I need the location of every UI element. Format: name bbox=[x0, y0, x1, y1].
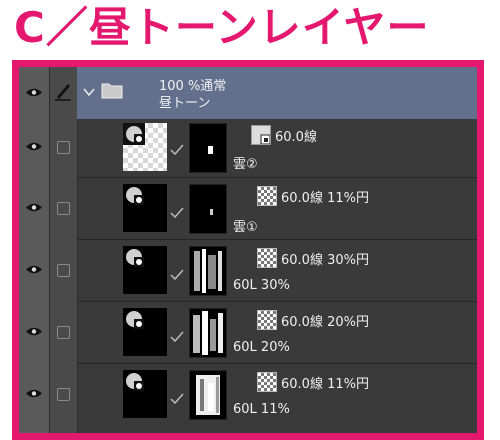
tone-setting-label: 60.0線 11%円 bbox=[281, 377, 369, 392]
layer-thumbnail bbox=[123, 246, 167, 294]
tone-preview-icon bbox=[257, 372, 277, 392]
layer-name: 雲① bbox=[233, 220, 258, 235]
lock-checkbox[interactable] bbox=[57, 202, 70, 215]
tone-layer-icon bbox=[126, 187, 144, 205]
lock-checkbox[interactable] bbox=[57, 326, 70, 339]
page-title: C／昼トーンレイヤー bbox=[14, 3, 430, 52]
layer-mask-thumbnail bbox=[189, 246, 227, 296]
layer-row[interactable]: 60.0線 30%円 60L 30% bbox=[19, 240, 477, 301]
lock-checkbox[interactable] bbox=[57, 264, 70, 277]
eye-icon[interactable] bbox=[25, 202, 43, 213]
eye-icon[interactable] bbox=[25, 87, 43, 98]
layer-thumbnail bbox=[123, 370, 167, 418]
layer-thumbnail bbox=[123, 308, 167, 356]
pen-icon[interactable] bbox=[54, 81, 72, 101]
layer-name: 雲② bbox=[233, 157, 258, 172]
tone-preview-icon bbox=[251, 125, 271, 145]
folder-row-highlight bbox=[77, 67, 477, 119]
tone-setting-label: 60.0線 30%円 bbox=[281, 253, 369, 268]
eye-icon[interactable] bbox=[25, 264, 43, 275]
link-icon bbox=[170, 393, 184, 405]
eye-icon[interactable] bbox=[25, 141, 43, 152]
layer-row[interactable]: 60.0線 11%円 雲① bbox=[19, 178, 477, 239]
layer-thumbnail bbox=[123, 123, 167, 171]
tone-preview-icon bbox=[257, 310, 277, 330]
layer-name: 60L 20% bbox=[233, 340, 290, 355]
link-icon bbox=[170, 144, 184, 156]
tone-layer-icon bbox=[123, 123, 145, 145]
layer-name: 60L 11% bbox=[233, 402, 290, 417]
tone-preview-icon bbox=[257, 186, 277, 206]
layer-thumbnail bbox=[123, 184, 167, 232]
folder-icon bbox=[101, 83, 123, 99]
layer-mask-thumbnail bbox=[189, 308, 227, 358]
folder-name: 昼トーン bbox=[159, 96, 211, 111]
layer-mask-thumbnail bbox=[189, 123, 227, 173]
layer-row[interactable]: 60.0線 20%円 60L 20% bbox=[19, 302, 477, 363]
tone-layer-icon bbox=[126, 311, 144, 329]
layer-row[interactable]: 60.0線 11%円 60L 11% bbox=[19, 364, 477, 433]
layer-row[interactable]: 60.0線 雲② bbox=[19, 119, 477, 177]
tone-setting-label: 60.0線 20%円 bbox=[281, 315, 369, 330]
tone-setting-label: 60.0線 11%円 bbox=[281, 191, 369, 206]
layer-mask-thumbnail bbox=[189, 184, 227, 234]
chevron-down-icon[interactable] bbox=[83, 87, 95, 97]
eye-icon[interactable] bbox=[25, 326, 43, 337]
link-icon bbox=[170, 207, 184, 219]
layer-name: 60L 30% bbox=[233, 278, 290, 293]
lock-checkbox[interactable] bbox=[57, 141, 70, 154]
link-icon bbox=[170, 331, 184, 343]
tone-setting-label: 60.0線 bbox=[275, 130, 317, 145]
tone-preview-icon bbox=[257, 248, 277, 268]
tone-layer-icon bbox=[126, 373, 144, 391]
eye-icon[interactable] bbox=[25, 388, 43, 399]
tone-layer-icon bbox=[126, 249, 144, 267]
link-icon bbox=[170, 269, 184, 281]
layer-panel: 100 %通常 昼トーン 60.0線 雲② 60.0線 11%円 雲① 60.0… bbox=[12, 60, 484, 440]
layer-mask-thumbnail bbox=[189, 370, 227, 420]
folder-row[interactable]: 100 %通常 昼トーン bbox=[19, 67, 477, 119]
lock-checkbox[interactable] bbox=[57, 388, 70, 401]
